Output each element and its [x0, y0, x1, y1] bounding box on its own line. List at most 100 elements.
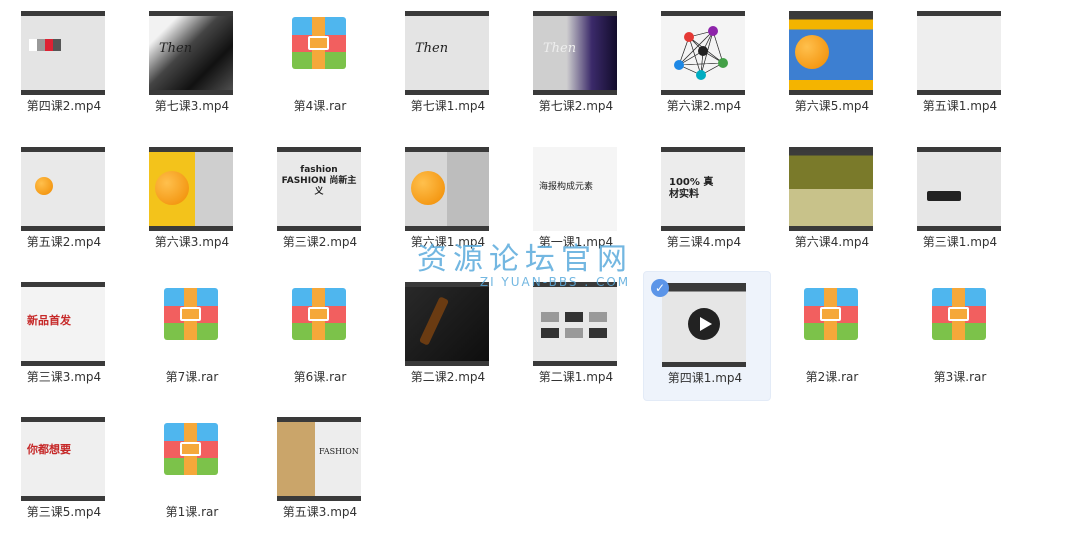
thumb-toolbar: [661, 11, 745, 16]
file-name: 第七课3.mp4: [154, 99, 230, 113]
file-name: 第七课2.mp4: [538, 99, 614, 113]
thumb-toolbar: [789, 11, 873, 16]
file-item[interactable]: 第4课.rar: [259, 0, 387, 130]
network-node: [674, 60, 684, 70]
archive-buckle: [308, 36, 329, 50]
bottle-graphic: [418, 296, 450, 346]
archive-icon: [292, 17, 346, 69]
video-thumbnail: [789, 11, 873, 95]
file-name: 第三课5.mp4: [26, 505, 102, 519]
thumb-footer: [917, 226, 1001, 231]
file-item[interactable]: 第六课2.mp4: [643, 0, 771, 130]
thumb-footer: [149, 226, 233, 231]
thumb-text: FASHION: [319, 447, 359, 456]
video-thumbnail: [405, 282, 489, 366]
thumb-text: 100% 真材实料: [669, 177, 714, 200]
orange-graphic: [155, 171, 189, 205]
play-icon[interactable]: [688, 308, 720, 340]
thumb-footer: [533, 90, 617, 95]
video-thumbnail: [533, 282, 617, 366]
file-item[interactable]: 第7课.rar: [131, 271, 259, 401]
file-item[interactable]: 第二课1.mp4: [515, 271, 643, 401]
file-item[interactable]: 新品首发 第三课3.mp4: [3, 271, 131, 401]
file-item[interactable]: 第四课2.mp4: [3, 0, 131, 130]
thumb-swatches: [29, 39, 61, 51]
check-icon[interactable]: ✓: [651, 279, 669, 297]
file-name: 第四课1.mp4: [667, 371, 743, 385]
file-name: 第七课1.mp4: [410, 99, 486, 113]
file-name: 第四课2.mp4: [26, 99, 102, 113]
archive-icon: [804, 288, 858, 340]
file-item[interactable]: 第3课.rar: [899, 271, 1027, 401]
thumb-text: Then: [159, 41, 193, 56]
file-name: 第1课.rar: [165, 505, 219, 519]
thumb-toolbar: [917, 11, 1001, 16]
thumb-text: 你都想要: [27, 443, 71, 456]
video-thumbnail: fashion FASHION 尚新主义: [277, 147, 361, 231]
thumb-footer: [789, 226, 873, 231]
thumb-text: Then: [543, 41, 577, 56]
watermark-url: ZI YUAN-BBS . COM: [479, 275, 631, 289]
file-item[interactable]: 第1课.rar: [131, 406, 259, 536]
archive-buckle: [948, 307, 969, 321]
thumb-footer: [405, 361, 489, 366]
file-item[interactable]: 第二课2.mp4: [387, 271, 515, 401]
file-name: 第五课2.mp4: [26, 235, 102, 249]
thumb-footer: [149, 90, 233, 95]
file-item[interactable]: 你都想要第三课5.mp4: [3, 406, 131, 536]
thumb-toolbar: [405, 147, 489, 152]
file-item[interactable]: 第六课5.mp4: [771, 0, 899, 130]
thumb-footer: [789, 90, 873, 95]
thumb-toolbar: [21, 11, 105, 16]
file-name: 第6课.rar: [293, 370, 347, 384]
thumb-toolbar: [277, 417, 361, 422]
thumb-toolbar: [662, 283, 746, 288]
file-item[interactable]: 100% 真材实料 第三课4.mp4: [643, 136, 771, 266]
thumb-footer: [661, 90, 745, 95]
file-item[interactable]: 第五课1.mp4: [899, 0, 1027, 130]
video-thumbnail: [917, 147, 1001, 231]
file-item[interactable]: 第2课.rar: [771, 271, 899, 401]
file-name: 第4课.rar: [293, 99, 347, 113]
thumb-footer: [661, 226, 745, 231]
video-thumbnail: FASHION: [277, 417, 361, 501]
archive-buckle: [180, 442, 201, 456]
file-name: 第三课3.mp4: [26, 370, 102, 384]
video-thumbnail: Then: [533, 11, 617, 95]
network-edge: [678, 62, 724, 66]
file-item[interactable]: ✓ 第四课1.mp4: [643, 271, 771, 401]
file-item[interactable]: 第五课2.mp4: [3, 136, 131, 266]
network-node: [698, 46, 708, 56]
thumb-toolbar: [277, 147, 361, 152]
file-item[interactable]: 第三课1.mp4: [899, 136, 1027, 266]
tile: [565, 312, 583, 322]
thumb-text: 海报构成元素: [539, 182, 594, 192]
video-thumbnail: [21, 147, 105, 231]
video-thumbnail: [917, 11, 1001, 95]
file-item[interactable]: fashion FASHION 尚新主义 第三课2.mp4: [259, 136, 387, 266]
tile: [541, 312, 559, 322]
orange-graphic: [411, 171, 445, 205]
file-name: 第五课1.mp4: [922, 99, 998, 113]
video-thumbnail: [21, 11, 105, 95]
thumb-footer: [21, 361, 105, 366]
archive-icon: [164, 288, 218, 340]
tile: [589, 328, 607, 338]
file-item[interactable]: FASHION 第五课3.mp4: [259, 406, 387, 536]
network-graphic: [674, 26, 728, 80]
file-item[interactable]: 第6课.rar: [259, 271, 387, 401]
video-thumbnail: [789, 147, 873, 231]
thumb-footer: [533, 361, 617, 366]
file-item[interactable]: 第六课3.mp4: [131, 136, 259, 266]
video-thumbnail: 100% 真材实料: [661, 147, 745, 231]
video-thumbnail: [662, 283, 746, 367]
file-item[interactable]: Then 第七课2.mp4: [515, 0, 643, 130]
archive-icon: [932, 288, 986, 340]
thumb-footer: [405, 90, 489, 95]
file-item[interactable]: Then 第七课3.mp4: [131, 0, 259, 130]
video-thumbnail: [149, 147, 233, 231]
watermark-title: 资源论坛官网: [417, 242, 633, 277]
file-item[interactable]: Then 第七课1.mp4: [387, 0, 515, 130]
file-name: 第六课5.mp4: [794, 99, 870, 113]
file-item[interactable]: 第六课4.mp4: [771, 136, 899, 266]
